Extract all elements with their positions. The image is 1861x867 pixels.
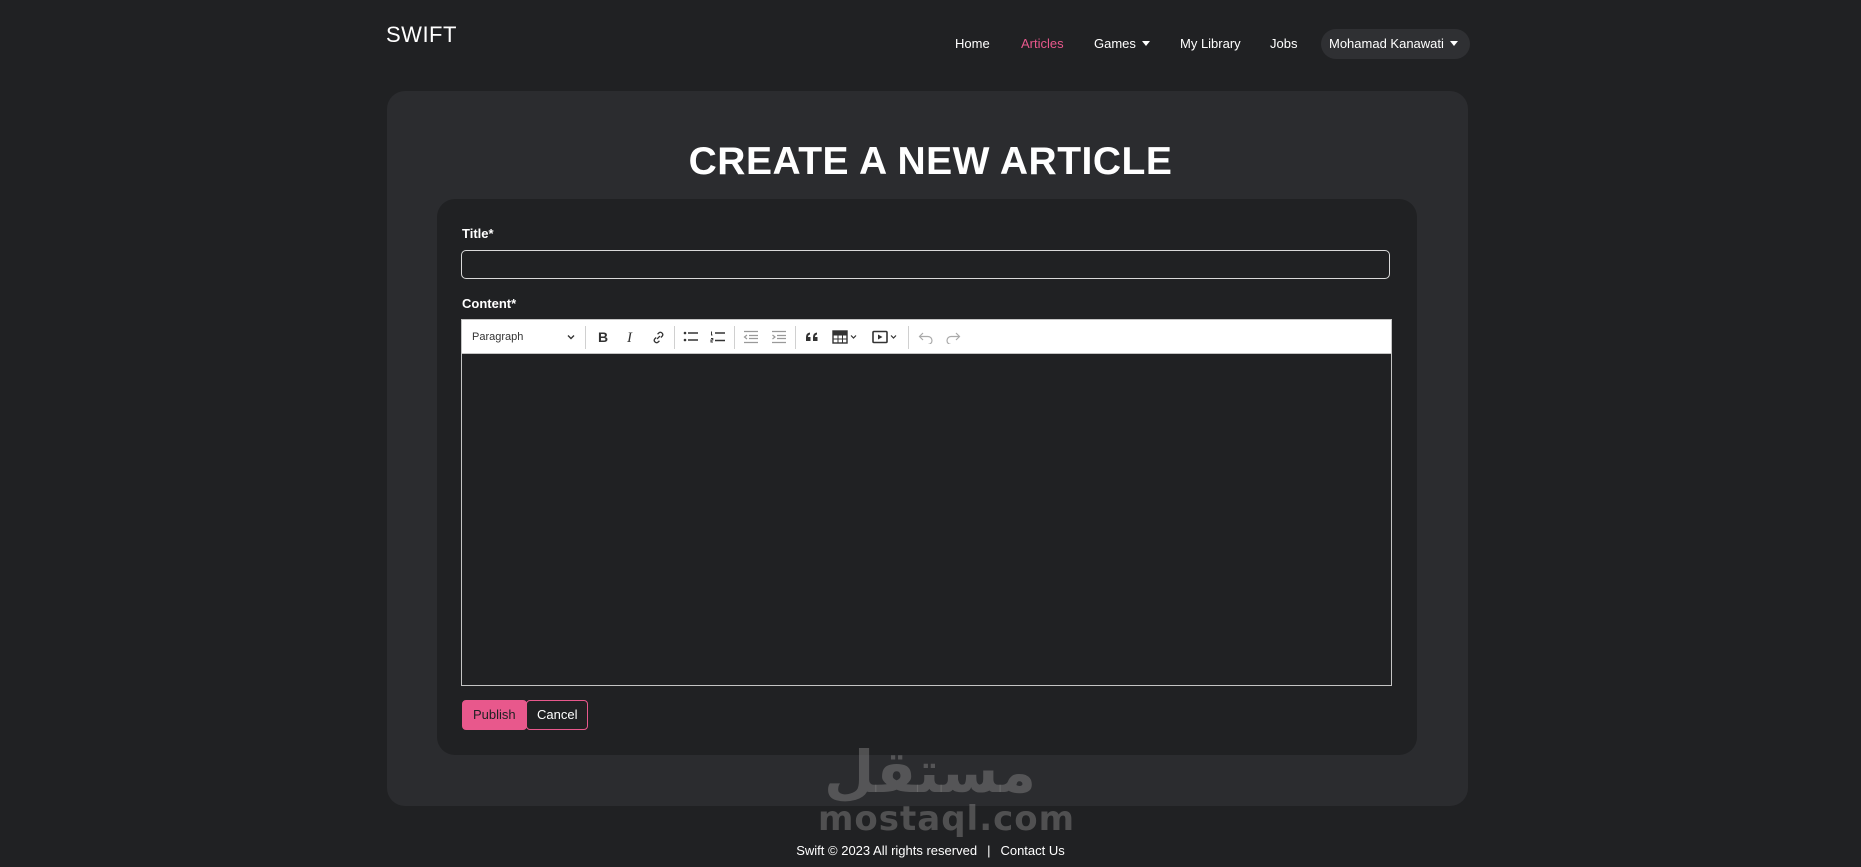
toolbar-separator xyxy=(908,326,909,349)
indent-icon[interactable] xyxy=(767,327,791,347)
nav-articles[interactable]: Articles xyxy=(1021,29,1064,59)
table-icon[interactable] xyxy=(828,327,862,347)
blockquote-icon[interactable] xyxy=(800,327,824,347)
user-menu[interactable]: Mohamad Kanawati xyxy=(1321,29,1470,59)
main-nav: Home Articles Games My Library Jobs Moha… xyxy=(0,29,1861,59)
outdent-icon[interactable] xyxy=(739,327,763,347)
bulleted-list-icon[interactable] xyxy=(679,327,703,347)
nav-games[interactable]: Games xyxy=(1094,29,1150,59)
numbered-list-icon[interactable] xyxy=(706,327,730,347)
link-icon[interactable] xyxy=(646,327,670,347)
italic-icon[interactable]: I xyxy=(619,327,643,347)
svg-text:I: I xyxy=(626,330,633,344)
nav-my-library[interactable]: My Library xyxy=(1180,29,1241,59)
svg-text:B: B xyxy=(598,330,608,344)
contact-us-link[interactable]: Contact Us xyxy=(1000,843,1064,858)
footer-separator: | xyxy=(987,843,991,858)
paragraph-style-label: Paragraph xyxy=(472,331,524,343)
page-title: CREATE A NEW ARTICLE xyxy=(688,140,1173,183)
title-input[interactable] xyxy=(461,250,1390,279)
toolbar-separator xyxy=(734,326,735,349)
bold-icon[interactable]: B xyxy=(591,327,615,347)
chevron-down-icon xyxy=(567,335,575,340)
nav-home[interactable]: Home xyxy=(955,29,990,59)
media-embed-icon[interactable] xyxy=(868,327,902,347)
caret-down-icon xyxy=(1449,41,1458,46)
watermark-latin: mostaql.com xyxy=(818,799,1076,839)
toolbar-separator xyxy=(585,326,586,349)
footer: Swift © 2023 All rights reserved | Contact… xyxy=(0,843,1861,858)
nav-games-label: Games xyxy=(1094,36,1136,51)
paragraph-style-select[interactable]: Paragraph xyxy=(472,327,576,347)
toolbar-separator xyxy=(795,326,796,349)
content-label: Content* xyxy=(462,296,517,311)
footer-copyright: Swift © 2023 All rights reserved xyxy=(796,843,978,858)
redo-icon[interactable] xyxy=(941,327,965,347)
undo-icon[interactable] xyxy=(914,327,938,347)
title-label: Title* xyxy=(462,226,494,241)
cancel-button[interactable]: Cancel xyxy=(526,700,589,730)
user-name: Mohamad Kanawati xyxy=(1329,36,1444,51)
publish-button[interactable]: Publish xyxy=(462,700,527,730)
editor-toolbar: Paragraph B I xyxy=(461,319,1392,354)
toolbar-separator xyxy=(674,326,675,349)
content-editor[interactable] xyxy=(461,354,1392,686)
nav-jobs[interactable]: Jobs xyxy=(1270,29,1297,59)
caret-down-icon xyxy=(1141,41,1150,46)
